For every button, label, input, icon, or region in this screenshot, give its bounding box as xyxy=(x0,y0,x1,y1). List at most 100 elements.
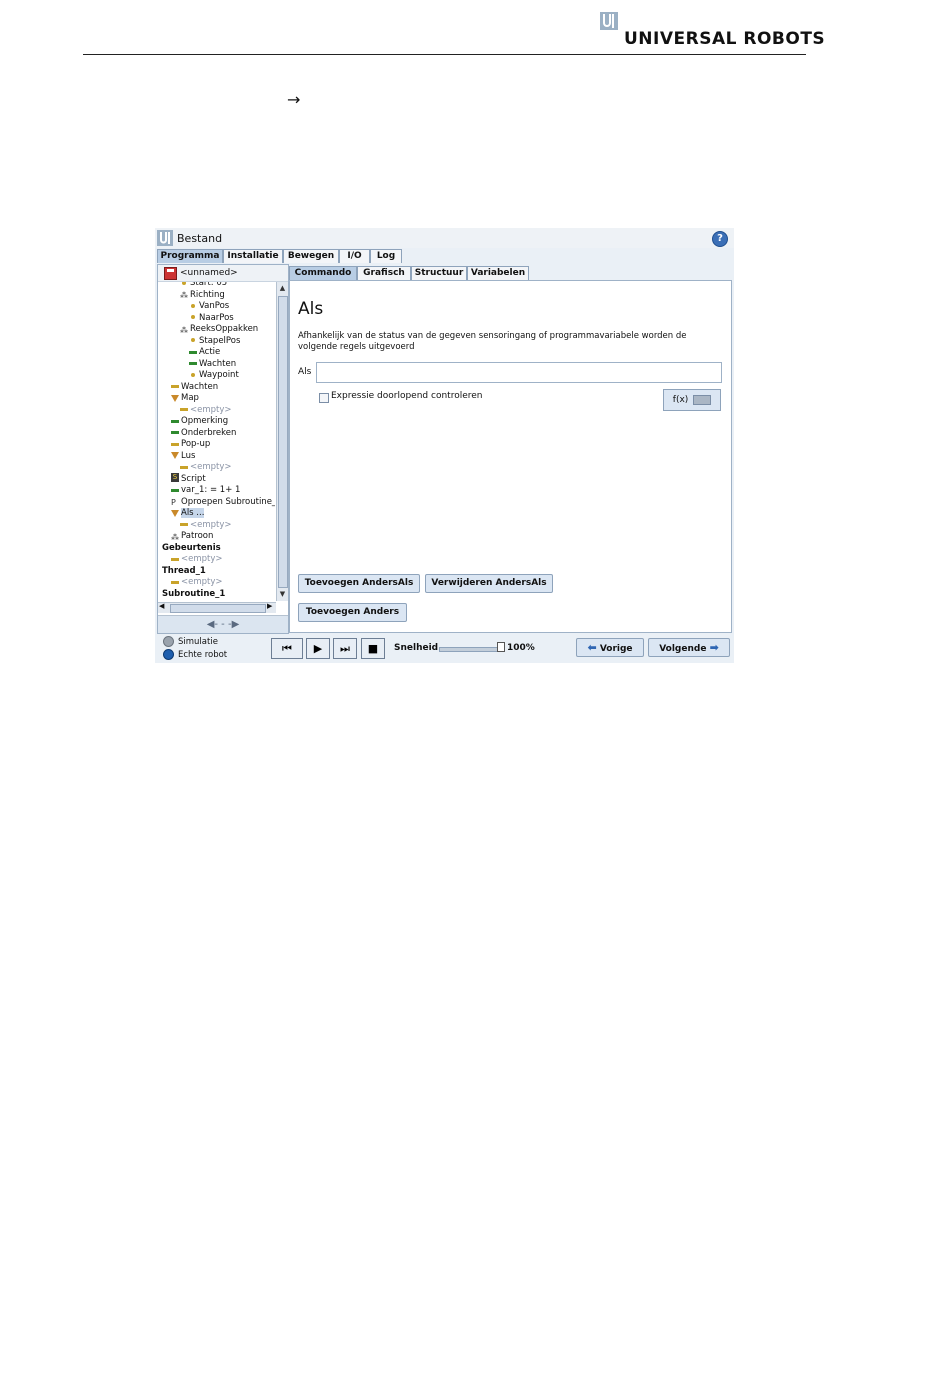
tree-vertical-scrollbar[interactable]: ▲ ▼ xyxy=(276,282,288,601)
script-icon xyxy=(171,473,179,482)
tree-node-label: Richting xyxy=(190,289,225,300)
mode-simulation[interactable]: Simulatie xyxy=(163,636,218,648)
tree-node[interactable]: Start: 05 xyxy=(180,282,227,289)
tree-node[interactable]: Pop-up xyxy=(171,439,210,450)
expression-editor-button[interactable]: f(x) xyxy=(663,389,721,411)
tree-node[interactable]: Wachten xyxy=(171,382,218,393)
tree-node[interactable]: ⁂ Patroon xyxy=(171,531,213,542)
speed-slider[interactable] xyxy=(439,647,501,652)
tree-node[interactable]: var_1: = 1+ 1 xyxy=(171,485,240,496)
pattern-icon: ⁂ xyxy=(171,532,179,542)
tree-horizontal-scrollbar[interactable]: ◀ ▶ xyxy=(158,602,276,613)
tree-node-label: <empty> xyxy=(190,404,232,415)
next-button[interactable]: Volgende ➡ xyxy=(648,638,730,657)
tree-node[interactable]: Wachten xyxy=(189,359,236,370)
play-button[interactable]: ▶ xyxy=(306,638,330,659)
tab-grafisch[interactable]: Grafisch xyxy=(357,266,411,280)
tree-node[interactable]: <empty> xyxy=(180,462,232,473)
help-icon[interactable]: ? xyxy=(712,231,728,247)
add-elseif-button[interactable]: Toevoegen AndersAls xyxy=(298,574,420,593)
tree-node[interactable]: Script xyxy=(171,473,206,485)
save-icon[interactable] xyxy=(164,267,177,280)
tab-log[interactable]: Log xyxy=(370,249,402,263)
previous-label: Vorige xyxy=(599,644,633,654)
tree-node[interactable]: Subroutine_1 xyxy=(162,589,225,600)
tree-node[interactable]: <empty> xyxy=(171,577,223,588)
tree-node[interactable]: Map xyxy=(171,393,199,404)
tree-node[interactable]: <empty> xyxy=(171,554,223,565)
tab-installatie[interactable]: Installatie xyxy=(223,249,283,263)
program-tree[interactable]: Start: 05 ⁂ Richting VanPos NaarPos ⁂ ReeksOpp… xyxy=(158,282,275,601)
program-header: <unnamed> xyxy=(158,265,288,282)
dot-icon xyxy=(180,282,188,287)
scroll-right-icon[interactable]: ▶ xyxy=(267,602,272,610)
tree-node[interactable]: Actie xyxy=(189,347,220,358)
tab-commando[interactable]: Commando xyxy=(289,266,357,280)
if-field-label: Als xyxy=(298,367,312,377)
simulation-radio-icon[interactable] xyxy=(163,636,174,647)
command-content: Als Afhankelijk van de status van de geg… xyxy=(289,280,732,633)
tree-node[interactable]: ⁂ Richting xyxy=(180,290,225,301)
tree-node[interactable]: ⁂ ReeksOppakken xyxy=(180,324,258,335)
speed-label: Snelheid xyxy=(394,643,439,653)
folder-icon xyxy=(171,394,179,402)
tab-programma[interactable]: Programma xyxy=(157,249,223,263)
hscroll-thumb[interactable] xyxy=(170,604,266,613)
add-else-button[interactable]: Toevoegen Anders xyxy=(298,603,407,622)
tree-node[interactable]: VanPos xyxy=(189,301,229,312)
scroll-thumb[interactable] xyxy=(278,296,288,588)
tree-node[interactable]: P Oproepen Subroutine_1 xyxy=(171,497,275,508)
speed-slider-knob[interactable] xyxy=(497,642,505,652)
header-rule xyxy=(83,54,806,55)
tree-node-label: Subroutine_1 xyxy=(162,588,226,599)
file-menu[interactable]: Bestand xyxy=(177,232,222,245)
tree-node[interactable]: <empty> xyxy=(180,520,232,531)
tab-io[interactable]: I/O xyxy=(339,249,370,263)
tree-node-label: VanPos xyxy=(199,301,230,311)
dot-icon xyxy=(189,313,197,321)
real-robot-radio-icon[interactable] xyxy=(163,649,174,660)
tree-node-label: Onderbreken xyxy=(181,427,237,438)
tree-node[interactable]: Opmerking xyxy=(171,416,228,427)
stop-button[interactable]: ■ xyxy=(361,638,385,659)
keyboard-icon xyxy=(693,394,712,405)
panel-resize-icon[interactable]: ◀- - -▶ xyxy=(158,615,288,633)
tree-node[interactable]: Onderbreken xyxy=(171,428,236,439)
folder-icon xyxy=(171,451,179,459)
tab-structuur[interactable]: Structuur xyxy=(411,266,467,280)
tree-node-label: <empty> xyxy=(190,462,232,472)
scroll-left-icon[interactable]: ◀ xyxy=(159,602,164,610)
fx-label: f(x) xyxy=(672,395,689,405)
dot-icon xyxy=(189,371,197,379)
rewind-button[interactable]: ⏮ xyxy=(271,638,303,659)
scroll-down-icon[interactable]: ▼ xyxy=(278,589,287,599)
arrow-symbol: → xyxy=(287,90,301,109)
tree-node[interactable]: <empty> xyxy=(180,405,232,416)
tree-node[interactable]: NaarPos xyxy=(189,313,234,324)
step-button[interactable]: ⏭ xyxy=(333,638,357,659)
tree-node[interactable]: Lus xyxy=(171,451,195,462)
mode-real-robot[interactable]: Echte robot xyxy=(163,649,227,661)
tree-node[interactable]: Als ... xyxy=(171,508,205,519)
arrow-left-icon: ⬅ xyxy=(587,641,597,654)
scroll-up-icon[interactable]: ▲ xyxy=(278,283,287,293)
program-name: <unnamed> xyxy=(180,268,238,278)
folder-icon xyxy=(171,509,179,517)
previous-button[interactable]: ⬅ Vorige xyxy=(576,638,644,657)
brand-name: UNIVERSAL ROBOTS xyxy=(624,29,826,49)
tree-node[interactable]: Gebeurtenis xyxy=(162,543,221,554)
if-expression-input[interactable] xyxy=(316,362,722,383)
continuous-check-checkbox[interactable] xyxy=(319,393,329,403)
tree-node[interactable]: Waypoint xyxy=(189,370,239,381)
tab-variabelen[interactable]: Variabelen xyxy=(467,266,529,280)
tab-bewegen[interactable]: Bewegen xyxy=(283,249,339,263)
call-icon: P xyxy=(171,498,176,507)
ybar-icon xyxy=(171,382,179,390)
bar-icon xyxy=(171,428,179,436)
tree-node[interactable]: StapelPos xyxy=(189,336,240,347)
tree-node[interactable]: Thread_1 xyxy=(162,566,206,577)
tree-node-label: Waypoint xyxy=(199,370,239,380)
ybar-icon xyxy=(171,578,179,586)
speed-value: 100% xyxy=(507,643,535,653)
remove-elseif-button[interactable]: Verwijderen AndersAls xyxy=(425,574,553,593)
